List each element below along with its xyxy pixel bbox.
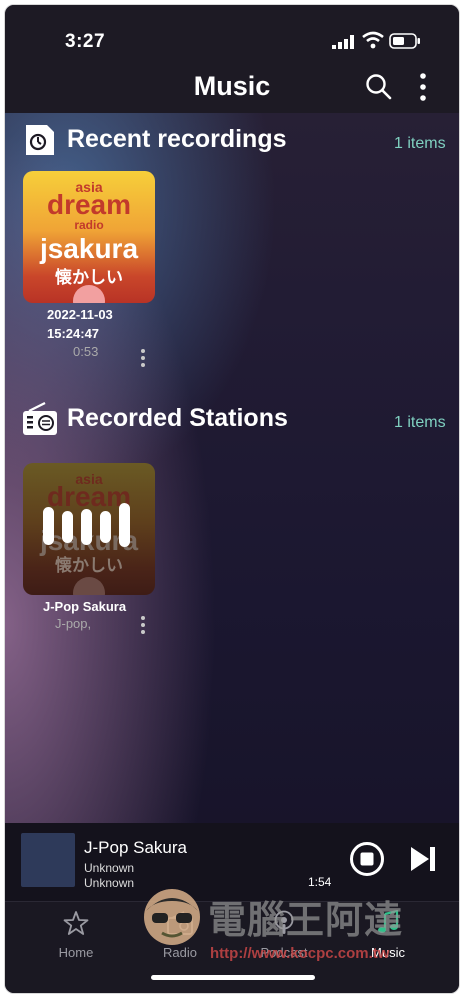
wifi-icon xyxy=(362,31,384,49)
mascot-face-icon xyxy=(144,889,200,945)
watermark-url: http://www.kocpc.com.tw xyxy=(210,945,390,962)
recording-file-icon xyxy=(26,125,54,155)
recording-artwork[interactable]: asia dream radio jsakura 懐かしい xyxy=(23,171,155,303)
logo-text-dream: dream xyxy=(46,189,132,220)
signal-icon xyxy=(332,35,354,49)
logo-text-station: jsakura xyxy=(39,233,139,264)
stop-icon[interactable] xyxy=(349,841,385,877)
mini-player-title: J-Pop Sakura xyxy=(84,838,187,857)
recording-time: 15:24:47 xyxy=(47,326,100,341)
skip-next-icon[interactable] xyxy=(409,845,439,873)
station-artwork[interactable]: asia dream jsakura 懐かしい xyxy=(23,463,155,595)
station-genre: J-pop, xyxy=(55,616,92,631)
battery-icon xyxy=(389,33,420,49)
recording-more-icon[interactable] xyxy=(139,349,147,370)
watermark: 電腦王阿達 http://www.kocpc.com.tw xyxy=(140,885,440,980)
status-time: 3:27 xyxy=(65,31,106,52)
logo-text-jp: 懐かしい xyxy=(55,556,123,575)
station-more-icon[interactable] xyxy=(139,616,147,637)
watermark-text: 電腦王阿達 xyxy=(208,898,404,942)
home-indicator[interactable] xyxy=(151,975,315,980)
station-name: J-Pop Sakura xyxy=(43,599,127,614)
mini-player-artwork[interactable] xyxy=(21,833,75,887)
tab-label-home: Home xyxy=(58,945,94,960)
app-screen: 3:27 Music Recent recordings 1 items asi… xyxy=(4,4,460,994)
more-options-icon[interactable] xyxy=(419,72,427,102)
section-title-stations: Recorded Stations xyxy=(67,404,288,432)
status-bar: 3:27 xyxy=(5,5,459,61)
mini-player-album: Unknown xyxy=(84,876,135,890)
logo-text-radio: radio xyxy=(74,218,104,232)
section-count-stations[interactable]: 1 items xyxy=(394,414,446,432)
recording-duration: 0:53 xyxy=(73,344,99,359)
section-count-recent[interactable]: 1 items xyxy=(394,135,446,153)
recording-date: 2022-11-03 xyxy=(47,307,113,322)
radio-station-icon xyxy=(23,402,57,435)
audio-bars-icon xyxy=(43,503,130,547)
star-icon xyxy=(63,911,89,935)
app-header: Music xyxy=(5,61,459,113)
search-icon[interactable] xyxy=(365,73,393,101)
tab-home[interactable]: Home xyxy=(31,910,121,960)
logo-sun-shape xyxy=(73,577,105,595)
section-title-recent: Recent recordings xyxy=(67,125,287,153)
mini-player-artist: Unknown xyxy=(84,861,135,875)
